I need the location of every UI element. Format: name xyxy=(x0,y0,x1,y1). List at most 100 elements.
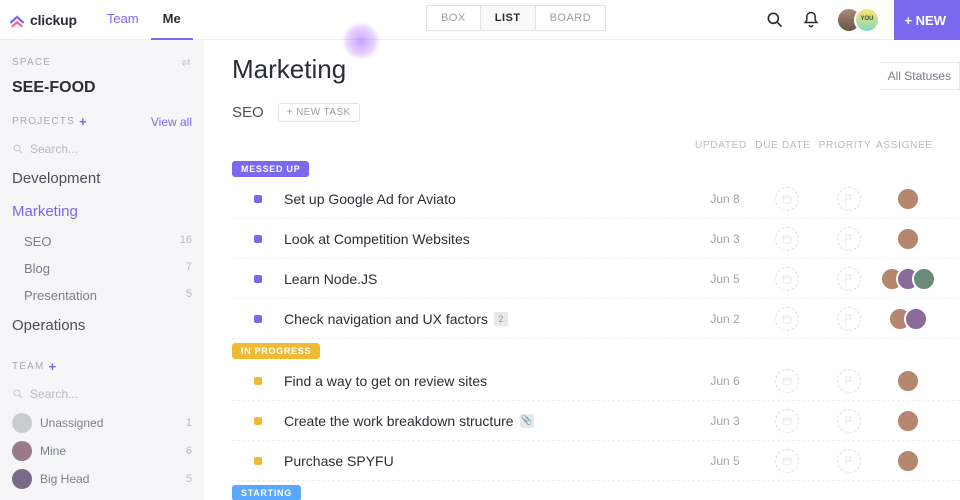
team-search-placeholder: Search... xyxy=(30,387,78,401)
due-date-placeholder[interactable] xyxy=(775,409,799,433)
priority-placeholder[interactable] xyxy=(837,369,861,393)
priority-placeholder[interactable] xyxy=(837,227,861,251)
all-statuses-button[interactable]: All Statuses xyxy=(880,62,960,90)
col-updated: UPDATED xyxy=(690,140,752,151)
project-development[interactable]: Development xyxy=(12,164,192,193)
task-updated: Jun 8 xyxy=(694,192,756,206)
task-row[interactable]: Look at Competition Websites Jun 3 xyxy=(232,219,960,259)
search-icon[interactable] xyxy=(764,9,786,31)
sidebar: SPACE ⇄ SEE-FOOD PROJECTS + View all Sea… xyxy=(0,40,204,500)
search-icon xyxy=(12,388,24,400)
task-row[interactable]: Check navigation and UX factors 2 Jun 2 xyxy=(232,299,960,339)
due-date-placeholder[interactable] xyxy=(775,369,799,393)
task-assignees[interactable] xyxy=(880,227,936,251)
view-board[interactable]: BOARD xyxy=(536,6,606,30)
task-name: Set up Google Ad for Aviato xyxy=(284,191,456,207)
new-task-button[interactable]: + NEW TASK xyxy=(278,103,360,122)
due-date-placeholder[interactable] xyxy=(775,227,799,251)
task-assignees[interactable] xyxy=(880,187,936,211)
assignee-avatar[interactable] xyxy=(896,227,920,251)
assignee-avatar[interactable] xyxy=(896,449,920,473)
column-headers: UPDATED DUE DATE PRIORITY ASSIGNEE xyxy=(232,140,960,151)
task-assignees[interactable] xyxy=(880,449,936,473)
assignee-avatar[interactable] xyxy=(896,409,920,433)
assignee-avatar[interactable] xyxy=(904,307,928,331)
bell-icon[interactable] xyxy=(800,9,822,31)
avatar xyxy=(12,413,32,433)
task-assignees[interactable] xyxy=(880,307,936,331)
due-date-placeholder[interactable] xyxy=(775,187,799,211)
status-square[interactable] xyxy=(254,457,262,465)
tab-me[interactable]: Me xyxy=(151,0,193,40)
list-blog[interactable]: Blog7 xyxy=(12,257,192,280)
project-search[interactable]: Search... xyxy=(12,138,192,160)
team-item-count: 6 xyxy=(186,445,192,457)
team-item-name: Big Head xyxy=(40,472,89,486)
list-name[interactable]: SEO xyxy=(232,104,264,121)
task-row[interactable]: Learn Node.JSJun 5 xyxy=(232,259,960,299)
new-button[interactable]: + NEW xyxy=(894,0,960,40)
avatar xyxy=(12,441,32,461)
team-item[interactable]: Mine 6 xyxy=(12,437,192,465)
view-box[interactable]: BOX xyxy=(427,6,481,30)
add-project-icon[interactable]: + xyxy=(79,114,87,129)
priority-placeholder[interactable] xyxy=(837,307,861,331)
space-name[interactable]: SEE-FOOD xyxy=(12,79,192,97)
assignee-avatar[interactable] xyxy=(896,187,920,211)
project-operations[interactable]: Operations xyxy=(12,311,192,340)
task-updated: Jun 3 xyxy=(694,232,756,246)
due-date-placeholder[interactable] xyxy=(775,307,799,331)
topbar: clickup Team Me BOX LIST BOARD + NEW xyxy=(0,0,960,40)
status-pill[interactable]: IN PROGRESS xyxy=(232,343,320,359)
task-assignees[interactable] xyxy=(880,409,936,433)
list-presentation[interactable]: Presentation5 xyxy=(12,284,192,307)
add-team-icon[interactable]: + xyxy=(49,359,57,374)
status-square[interactable] xyxy=(254,377,262,385)
list-header: SEO + NEW TASK xyxy=(232,103,960,122)
tab-team[interactable]: Team xyxy=(95,0,151,40)
team-item-name: Mine xyxy=(40,444,66,458)
logo[interactable]: clickup xyxy=(8,11,77,29)
space-collapse-icon[interactable]: ⇄ xyxy=(182,56,192,69)
task-updated: Jun 6 xyxy=(694,374,756,388)
status-square[interactable] xyxy=(254,235,262,243)
status-square[interactable] xyxy=(254,275,262,283)
avatar xyxy=(12,469,32,489)
task-updated: Jun 3 xyxy=(694,414,756,428)
task-updated: Jun 2 xyxy=(694,312,756,326)
assignee-avatar[interactable] xyxy=(896,369,920,393)
projects-view-all[interactable]: View all xyxy=(151,115,192,129)
task-row[interactable]: Create the work breakdown structure📎Jun … xyxy=(232,401,960,441)
due-date-placeholder[interactable] xyxy=(775,267,799,291)
team-item[interactable]: Unassigned1 xyxy=(12,409,192,437)
avatar-stack[interactable] xyxy=(836,7,880,33)
status-square[interactable] xyxy=(254,195,262,203)
task-row[interactable]: Find a way to get on review sitesJun 6 xyxy=(232,361,960,401)
task-assignees[interactable] xyxy=(880,267,936,291)
team-search[interactable]: Search... xyxy=(12,383,192,405)
task-assignees[interactable] xyxy=(880,369,936,393)
view-list[interactable]: LIST xyxy=(481,6,536,30)
team-item-count: 5 xyxy=(186,473,192,485)
priority-placeholder[interactable] xyxy=(837,449,861,473)
priority-placeholder[interactable] xyxy=(837,267,861,291)
task-name: Look at Competition Websites xyxy=(284,231,470,247)
status-pill[interactable]: MESSED UP xyxy=(232,161,309,177)
due-date-placeholder[interactable] xyxy=(775,449,799,473)
priority-placeholder[interactable] xyxy=(837,409,861,433)
task-updated: Jun 5 xyxy=(694,272,756,286)
priority-placeholder[interactable] xyxy=(837,187,861,211)
project-marketing[interactable]: Marketing xyxy=(12,197,192,226)
status-square[interactable] xyxy=(254,315,262,323)
list-seo[interactable]: SEO16 xyxy=(12,230,192,253)
task-name: Create the work breakdown structure xyxy=(284,413,514,429)
team-item[interactable]: Big Head 5 xyxy=(12,465,192,493)
task-row[interactable]: Purchase SPYFUJun 5 xyxy=(232,441,960,481)
team-me-tabs: Team Me xyxy=(95,0,193,40)
subtask-count-chip: 2 xyxy=(494,312,508,326)
task-row[interactable]: Set up Google Ad for Aviato Jun 8 xyxy=(232,179,960,219)
status-pill[interactable]: STARTING xyxy=(232,485,301,500)
task-name: Check navigation and UX factors xyxy=(284,311,488,327)
status-square[interactable] xyxy=(254,417,262,425)
assignee-avatar[interactable] xyxy=(912,267,936,291)
